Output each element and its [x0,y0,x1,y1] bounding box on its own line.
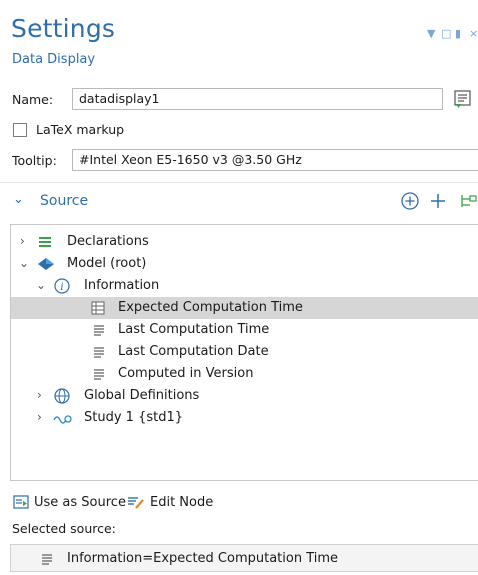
chevron-down-icon[interactable]: ⌄ [36,278,46,292]
list-icon [94,347,104,358]
add-circle-icon[interactable] [400,191,420,211]
declarations-icon [39,237,51,247]
source-section-header[interactable]: ⌄ Source [0,186,478,216]
latex-label: LaTeX markup [36,122,125,137]
tree-item-last-computation-date[interactable]: Last Computation Date [11,341,478,363]
tooltip-field[interactable]: #Intel Xeon E5-1650 v3 @3.50 GHz [72,149,478,171]
close-icon[interactable]: × [469,27,478,40]
tree-item-study-1[interactable]: › Study 1 {std1} [11,407,478,429]
tree-item-label: Study 1 {std1} [84,410,184,425]
chevron-right-icon[interactable]: › [37,410,42,424]
tree-item-label: Declarations [67,234,149,249]
model-icon [38,258,54,270]
chevron-right-icon[interactable]: › [20,234,25,248]
selected-source-value: Information=Expected Computation Time [67,551,339,566]
list-icon [42,554,52,565]
page-title: Settings [11,14,116,43]
edit-node-label: Edit Node [150,494,214,510]
selected-source-field: Information=Expected Computation Time [10,544,478,572]
source-tree[interactable]: › Declarations ⌄ Model (root) ⌄ i Inform… [10,224,478,481]
name-field[interactable]: datadisplay1 [72,88,443,110]
text-edit-icon [454,90,471,108]
source-title: Source [40,193,89,209]
tree-item-model-root[interactable]: ⌄ Model (root) [11,253,478,275]
table-icon [91,301,105,315]
tree-item-expected-computation-time[interactable]: Expected Computation Time [11,297,478,319]
name-edit-button[interactable] [452,88,474,110]
tooltip-label: Tooltip: [12,153,57,168]
study-icon [53,415,72,424]
use-as-source-button[interactable]: Use as Source [13,494,126,510]
edit-node-button[interactable]: Edit Node [127,494,213,510]
use-as-source-label: Use as Source [34,494,126,510]
tree-item-label: Last Computation Date [118,344,269,359]
tree-item-global-definitions[interactable]: › Global Definitions [11,385,478,407]
globe-icon [54,388,70,404]
info-icon: i [54,278,70,294]
use-as-source-icon [13,495,29,509]
tree-item-label: Last Computation Time [118,322,270,337]
tree-item-label: Computed in Version [118,366,254,381]
tree-icon[interactable] [458,191,478,211]
selected-source-label: Selected source: [12,521,116,536]
page-subtitle: Data Display [12,52,96,67]
name-label: Name: [12,92,54,107]
list-icon [94,325,104,336]
tree-item-declarations[interactable]: › Declarations [11,231,478,253]
dropdown-icon[interactable]: ▼ [427,27,435,40]
tree-item-label: Information [84,278,160,293]
chevron-down-icon: ⌄ [13,192,24,207]
divider [0,182,478,183]
restore-icon[interactable]: □ [441,27,451,40]
chevron-right-icon[interactable]: › [37,388,42,402]
list-icon [94,369,104,380]
svg-text:i: i [60,282,63,293]
chevron-down-icon[interactable]: ⌄ [19,256,29,270]
tree-item-label: Global Definitions [84,388,200,403]
tree-item-computed-in-version[interactable]: Computed in Version [11,363,478,385]
pin-icon[interactable]: ▮ [455,27,461,40]
latex-checkbox[interactable] [13,123,27,137]
edit-node-icon [128,497,144,509]
add-icon[interactable] [428,191,448,211]
tree-item-information[interactable]: ⌄ i Information [11,275,478,297]
tree-item-label: Model (root) [67,256,147,271]
tree-item-last-computation-time[interactable]: Last Computation Time [11,319,478,341]
tree-item-label: Expected Computation Time [118,300,303,315]
